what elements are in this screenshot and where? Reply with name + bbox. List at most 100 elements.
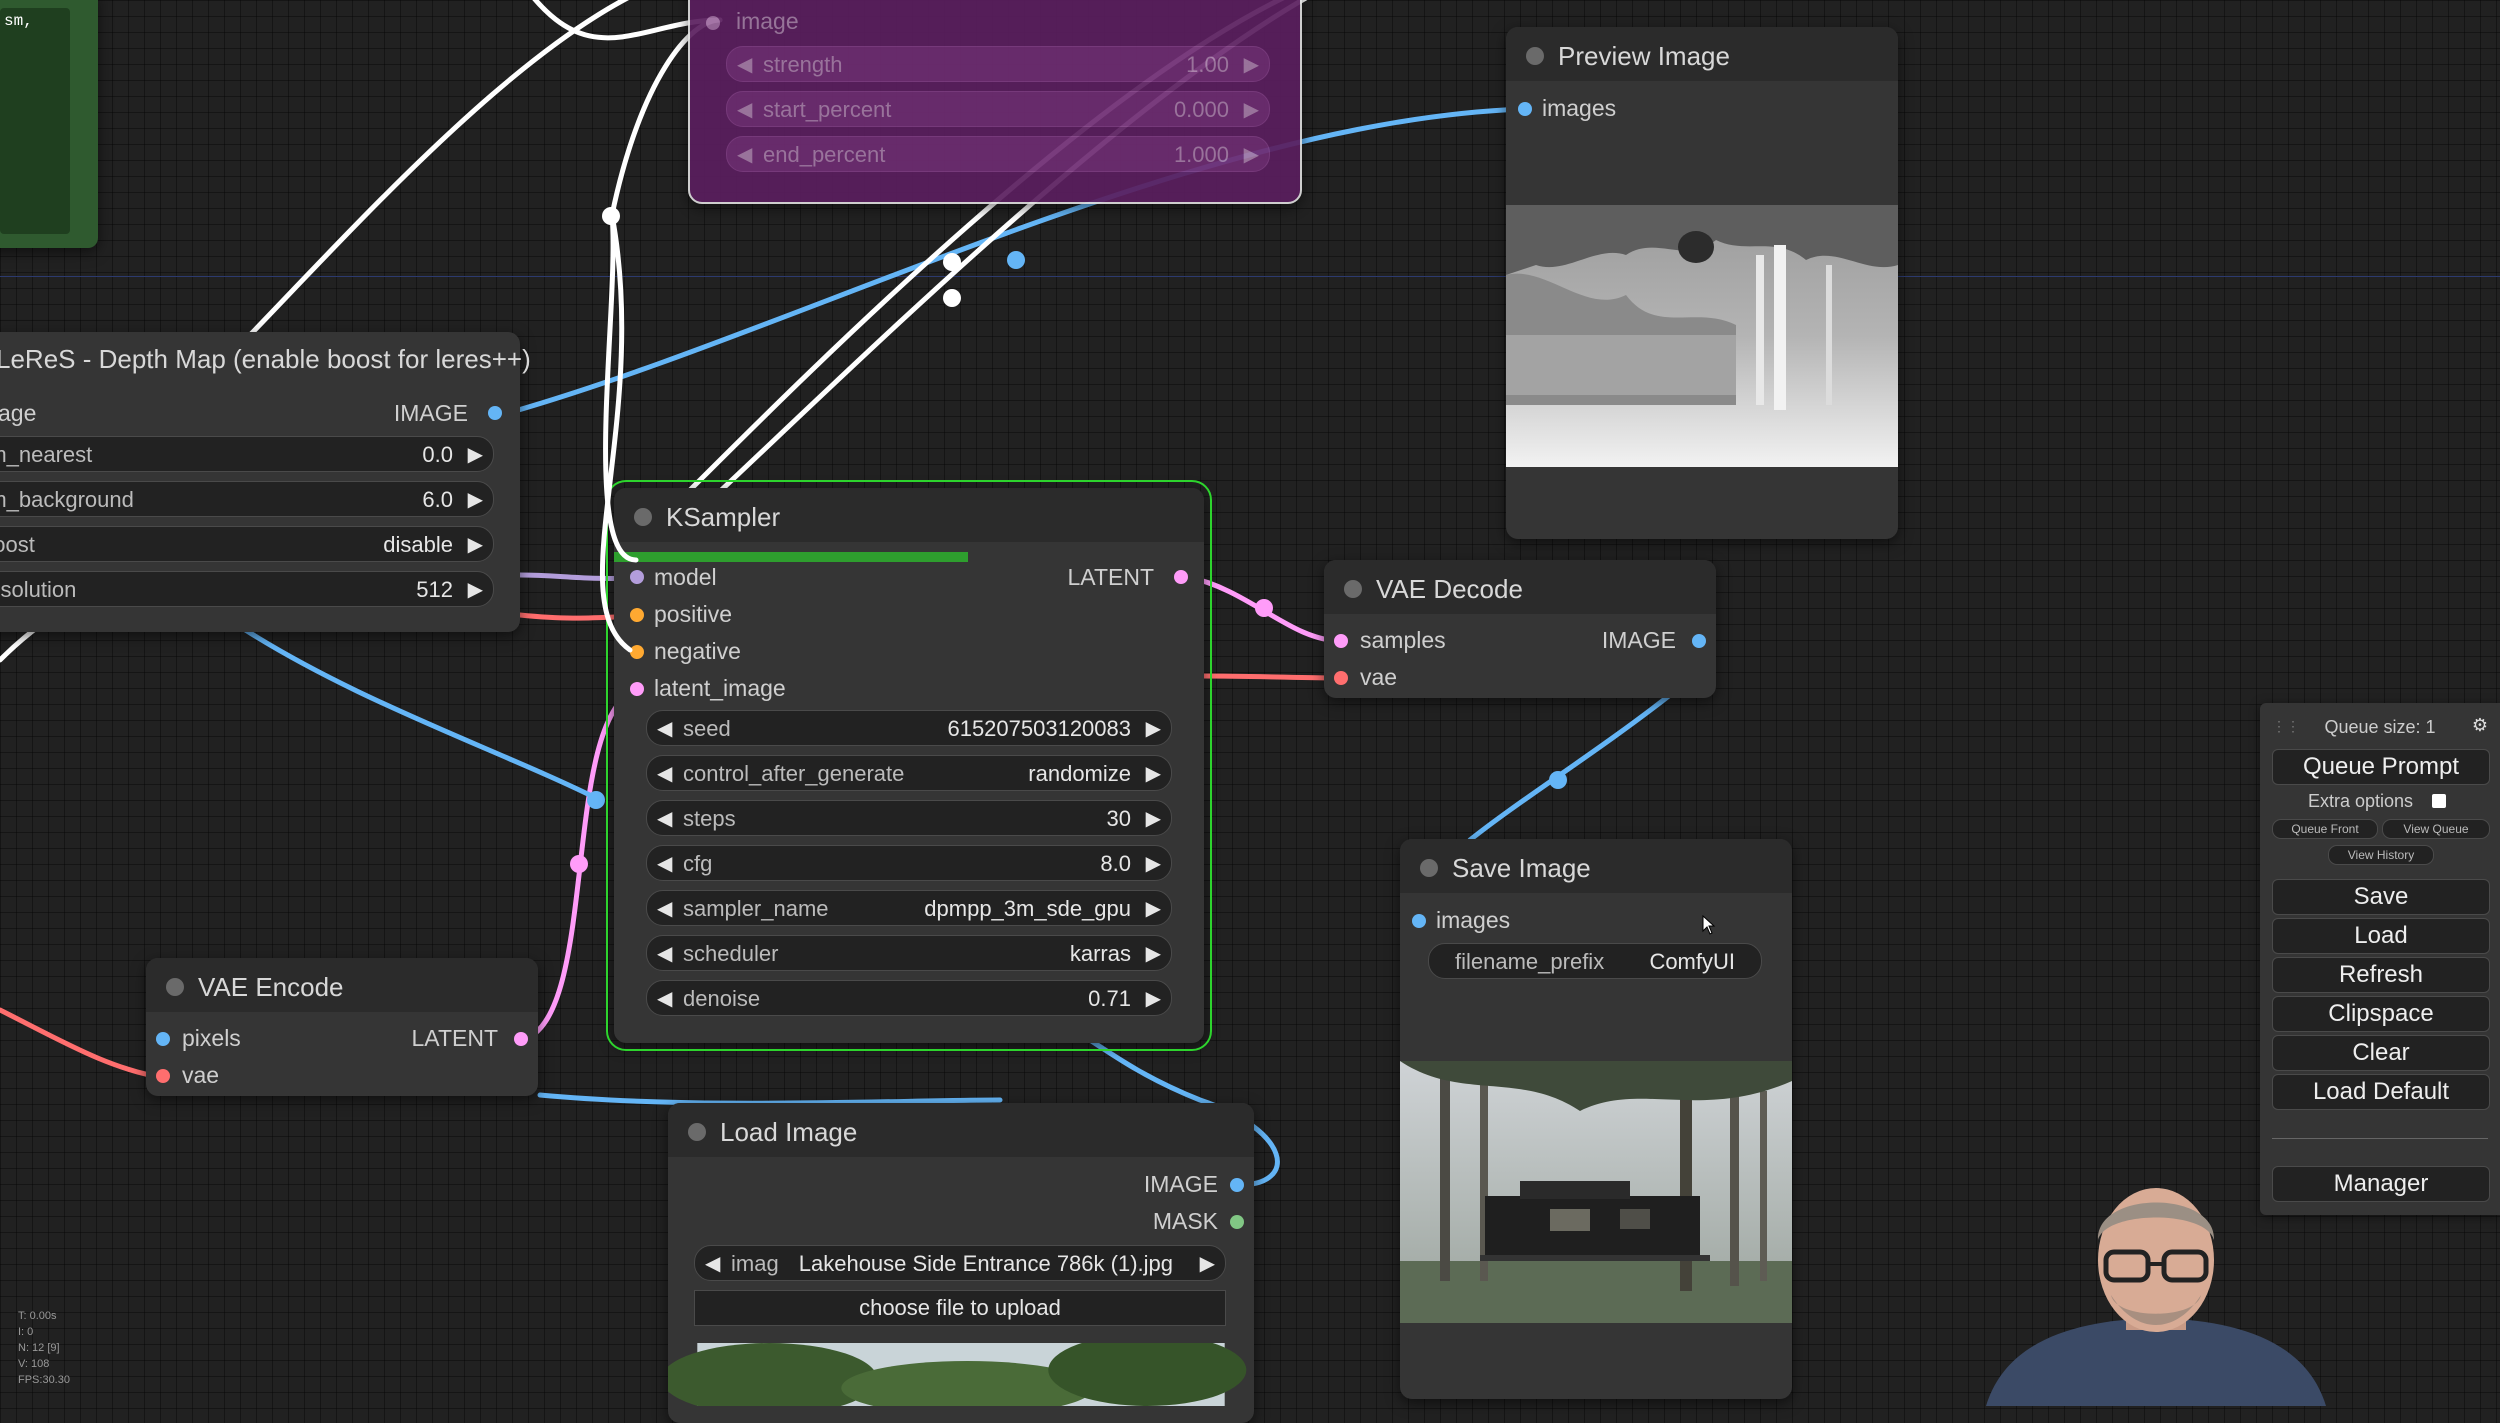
wire-pixels	[227, 617, 603, 803]
increment-arrow-icon[interactable]: ▶	[1244, 142, 1259, 167]
denoise-label: denoise	[683, 986, 761, 1011]
preview-image-node[interactable]: Preview Image images	[1506, 27, 1898, 539]
queue-front-button[interactable]: Queue Front	[2272, 819, 2378, 839]
node-collapse-dot[interactable]	[688, 1123, 706, 1141]
extra-options-checkbox[interactable]	[2432, 794, 2446, 808]
load-button[interactable]: Load	[2272, 918, 2490, 954]
refresh-button[interactable]: Refresh	[2272, 957, 2490, 993]
increment-arrow-icon[interactable]: ▶	[468, 532, 483, 557]
load-image-header[interactable]: Load Image	[668, 1103, 1254, 1157]
increment-arrow-icon[interactable]: ▶	[468, 577, 483, 602]
load-image-node[interactable]: Load Image IMAGE MASK ◀ imag Lakehouse S…	[668, 1103, 1254, 1423]
pixels-input-socket[interactable]	[156, 1032, 170, 1046]
increment-arrow-icon[interactable]: ▶	[1244, 97, 1259, 122]
increment-arrow-icon[interactable]: ▶	[1244, 52, 1259, 77]
choose-file-button[interactable]: choose file to upload	[694, 1290, 1226, 1326]
decrement-arrow-icon[interactable]: ◀	[737, 97, 752, 122]
controlnet-apply-node[interactable]: image ◀ strength 1.00 ▶ ◀ start_percent …	[688, 0, 1302, 204]
leres-node-header[interactable]: LeReS - Depth Map (enable boost for lere…	[0, 332, 531, 386]
rm-background-widget[interactable]: rm_background 6.0 ▶	[0, 481, 494, 517]
increment-arrow-icon[interactable]: ▶	[1146, 986, 1161, 1011]
leres-depth-map-node[interactable]: LeReS - Depth Map (enable boost for lere…	[0, 332, 531, 632]
steps-widget[interactable]: ◀ steps 30 ▶	[646, 800, 1172, 836]
decrement-arrow-icon[interactable]: ◀	[657, 851, 672, 876]
boost-widget[interactable]: boost disable ▶	[0, 526, 494, 562]
sampler-name-widget[interactable]: ◀ sampler_name dpmpp_3m_sde_gpu ▶	[646, 890, 1172, 926]
decrement-arrow-icon[interactable]: ◀	[737, 52, 752, 77]
increment-arrow-icon[interactable]: ▶	[1146, 851, 1161, 876]
node-collapse-dot[interactable]	[1344, 580, 1362, 598]
filename-prefix-widget[interactable]: filename_prefix ComfyUI	[1428, 943, 1762, 979]
vae-input-socket[interactable]	[1334, 671, 1348, 685]
prompt-text-area[interactable]: sm,	[0, 8, 70, 234]
image-input-socket[interactable]	[706, 16, 720, 30]
seed-widget[interactable]: ◀ seed 615207503120083 ▶	[646, 710, 1172, 746]
samples-input-socket[interactable]	[1334, 634, 1348, 648]
increment-arrow-icon[interactable]: ▶	[468, 487, 483, 512]
image-select-widget[interactable]: ◀ imag Lakehouse Side Entrance 786k (1).…	[694, 1245, 1226, 1281]
cfg-widget[interactable]: ◀ cfg 8.0 ▶	[646, 845, 1172, 881]
increment-arrow-icon[interactable]: ▶	[1146, 941, 1161, 966]
increment-arrow-icon[interactable]: ▶	[1146, 806, 1161, 831]
decrement-arrow-icon[interactable]: ◀	[737, 142, 752, 167]
leres-output-socket[interactable]	[488, 406, 502, 420]
image-select-label: imag	[731, 1251, 779, 1276]
node-collapse-dot[interactable]	[1420, 859, 1438, 877]
scheduler-widget[interactable]: ◀ scheduler karras ▶	[646, 935, 1172, 971]
increment-arrow-icon[interactable]: ▶	[1146, 716, 1161, 741]
increment-arrow-icon[interactable]: ▶	[468, 442, 483, 467]
increment-arrow-icon[interactable]: ▶	[1146, 761, 1161, 786]
strength-widget[interactable]: ◀ strength 1.00 ▶	[726, 46, 1270, 82]
decrement-arrow-icon[interactable]: ◀	[657, 761, 672, 786]
settings-gear-icon[interactable]: ⚙	[2472, 715, 2488, 736]
start-percent-widget[interactable]: ◀ start_percent 0.000 ▶	[726, 91, 1270, 127]
prompt-node-fragment[interactable]: sm,	[0, 0, 98, 248]
node-collapse-dot[interactable]	[634, 508, 652, 526]
queue-prompt-button[interactable]: Queue Prompt	[2272, 749, 2490, 785]
save-button[interactable]: Save	[2272, 879, 2490, 915]
vae-encode-node[interactable]: VAE Encode pixels LATENT vae	[146, 958, 538, 1096]
preview-images-input-socket[interactable]	[1518, 102, 1532, 116]
preview-node-header[interactable]: Preview Image	[1506, 27, 1898, 81]
ksampler-node-header[interactable]: KSampler	[614, 488, 1204, 542]
denoise-widget[interactable]: ◀ denoise 0.71 ▶	[646, 980, 1172, 1016]
vae-encode-output-socket[interactable]	[514, 1032, 528, 1046]
increment-arrow-icon[interactable]: ▶	[1146, 896, 1161, 921]
resolution-widget[interactable]: resolution 512 ▶	[0, 571, 494, 607]
decrement-arrow-icon[interactable]: ◀	[657, 986, 672, 1011]
vae-encode-vae-socket[interactable]	[156, 1069, 170, 1083]
load-image-output-socket[interactable]	[1230, 1178, 1244, 1192]
decrement-arrow-icon[interactable]: ◀	[705, 1251, 720, 1276]
save-image-node[interactable]: Save Image images filename_prefix ComfyU…	[1400, 839, 1792, 1399]
increment-arrow-icon[interactable]: ▶	[1200, 1251, 1215, 1276]
view-queue-button[interactable]: View Queue	[2382, 819, 2490, 839]
decrement-arrow-icon[interactable]: ◀	[657, 806, 672, 831]
negative-input-socket[interactable]	[630, 645, 644, 659]
clipspace-button[interactable]: Clipspace	[2272, 996, 2490, 1032]
mask-output-socket[interactable]	[1230, 1215, 1244, 1229]
ksampler-node[interactable]: KSampler model LATENT positive negative …	[606, 480, 1212, 1051]
control-after-generate-widget[interactable]: ◀ control_after_generate randomize ▶	[646, 755, 1172, 791]
rm-nearest-widget[interactable]: rm_nearest 0.0 ▶	[0, 436, 494, 472]
vae-decode-header[interactable]: VAE Decode	[1324, 560, 1716, 614]
save-images-input-socket[interactable]	[1412, 914, 1426, 928]
latent-output-socket[interactable]	[1174, 570, 1188, 584]
vae-decode-output-socket[interactable]	[1692, 634, 1706, 648]
view-history-button[interactable]: View History	[2328, 845, 2434, 865]
clear-button[interactable]: Clear	[2272, 1035, 2490, 1071]
node-collapse-dot[interactable]	[1526, 47, 1544, 65]
vae-encode-header[interactable]: VAE Encode	[146, 958, 538, 1012]
decrement-arrow-icon[interactable]: ◀	[657, 941, 672, 966]
decrement-arrow-icon[interactable]: ◀	[657, 896, 672, 921]
model-input-socket[interactable]	[630, 570, 644, 584]
positive-input-socket[interactable]	[630, 608, 644, 622]
vae-decode-node[interactable]: VAE Decode samples IMAGE vae	[1324, 560, 1716, 698]
load-default-button[interactable]: Load Default	[2272, 1074, 2490, 1110]
latent-image-input-socket[interactable]	[630, 682, 644, 696]
end-percent-widget[interactable]: ◀ end_percent 1.000 ▶	[726, 136, 1270, 172]
image-select-value: Lakehouse Side Entrance 786k (1).jpg	[798, 1251, 1173, 1276]
node-collapse-dot[interactable]	[166, 978, 184, 996]
save-image-header[interactable]: Save Image	[1400, 839, 1792, 893]
decrement-arrow-icon[interactable]: ◀	[657, 716, 672, 741]
queue-menu-panel[interactable]: ⋮⋮ Queue size: 1 ⚙ Queue Prompt Extra op…	[2260, 703, 2500, 1215]
